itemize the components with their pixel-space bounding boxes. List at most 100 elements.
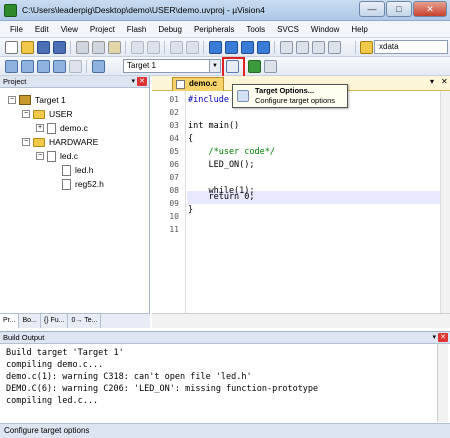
output-line: DEMO.C(6): warning C206: 'LED_ON': missi… <box>6 384 319 394</box>
menu-peripherals[interactable]: Peripherals <box>188 25 240 34</box>
pin-icon[interactable]: ▾ <box>131 77 135 86</box>
tooltip-subtitle: Configure target options <box>255 96 336 105</box>
menu-file[interactable]: File <box>4 25 29 34</box>
folder-icon <box>33 109 45 119</box>
undo-icon[interactable] <box>131 41 144 54</box>
line-number: 02 <box>169 108 179 117</box>
close-icon[interactable]: ✕ <box>438 333 448 342</box>
nav-back-icon[interactable] <box>170 41 183 54</box>
translate-icon[interactable] <box>5 60 18 73</box>
expand-icon[interactable]: + <box>36 124 44 132</box>
tree-item-header[interactable]: led.h <box>62 163 93 177</box>
project-panel-tabs: Pr... Bo... {} Fu... 0→ Te... <box>0 313 150 328</box>
status-text: Configure target options <box>4 426 90 435</box>
code-line: } <box>188 205 194 215</box>
menu-svcs[interactable]: SVCS <box>271 25 305 34</box>
manage-components-icon[interactable] <box>248 60 261 73</box>
collapse-icon[interactable]: − <box>22 138 30 146</box>
menu-edit[interactable]: Edit <box>29 25 55 34</box>
tree-label: demo.c <box>60 123 88 133</box>
chevron-down-icon[interactable]: ▼ <box>209 60 220 72</box>
target-icon <box>19 95 31 105</box>
code-line: return 0; <box>188 192 255 202</box>
uvision-app-icon <box>4 4 17 17</box>
target-options-icon <box>237 90 249 102</box>
collapse-icon[interactable]: − <box>8 96 16 104</box>
menu-debug[interactable]: Debug <box>152 25 188 34</box>
batch-build-icon[interactable] <box>53 60 66 73</box>
build-icon[interactable] <box>21 60 34 73</box>
menu-view[interactable]: View <box>55 25 84 34</box>
cut-icon[interactable] <box>76 41 89 54</box>
collapse-icon[interactable]: − <box>36 152 44 160</box>
menu-window[interactable]: Window <box>305 25 345 34</box>
status-bar: Configure target options <box>0 423 450 438</box>
copy-icon[interactable] <box>92 41 105 54</box>
line-number: 11 <box>169 225 179 234</box>
bookmark-icon[interactable] <box>209 41 222 54</box>
target-select[interactable]: Target 1 ▼ <box>123 59 221 73</box>
pin-icon[interactable]: ▾ <box>432 333 436 342</box>
tree-label: USER <box>49 109 73 119</box>
tree-label: led.h <box>75 165 94 175</box>
tree-label: reg52.h <box>75 179 104 189</box>
tab-functions[interactable]: {} Fu... <box>41 314 69 328</box>
tab-label: demo.c <box>189 79 218 88</box>
next-bookmark-icon[interactable] <box>241 41 254 54</box>
line-number-gutter: 01 02 03 04 05 06 07 08 09 10 11 <box>152 91 186 328</box>
tab-books[interactable]: Bo... <box>19 314 41 328</box>
tab-list-icon[interactable]: ▾ <box>430 77 434 86</box>
editor-vertical-scrollbar[interactable] <box>440 91 450 313</box>
editor-horizontal-scrollbar[interactable] <box>152 313 450 328</box>
line-number: 10 <box>169 212 179 221</box>
new-file-icon[interactable] <box>5 41 18 54</box>
rebuild-icon[interactable] <box>37 60 50 73</box>
comment-icon[interactable] <box>312 41 325 54</box>
download-icon[interactable] <box>92 60 105 73</box>
uncomment-icon[interactable] <box>328 41 341 54</box>
clear-bookmarks-icon[interactable] <box>257 41 270 54</box>
nav-forward-icon[interactable] <box>186 41 199 54</box>
menu-tools[interactable]: Tools <box>240 25 271 34</box>
code-line: LED_ON(); <box>188 160 255 170</box>
tree-item-file[interactable]: − led.c <box>36 149 78 163</box>
indent-icon[interactable] <box>280 41 293 54</box>
tree-label: Target 1 <box>35 95 66 105</box>
tree-item-group-hardware[interactable]: − HARDWARE <box>22 135 98 149</box>
collapse-icon[interactable]: − <box>22 110 30 118</box>
tab-templates[interactable]: 0→ Te... <box>68 314 102 328</box>
menu-flash[interactable]: Flash <box>121 25 153 34</box>
tree-item-header[interactable]: reg52.h <box>62 177 104 191</box>
paste-icon[interactable] <box>108 41 121 54</box>
output-vertical-scrollbar[interactable] <box>437 344 448 422</box>
build-output-header: Build Output ▾ ✕ <box>0 332 450 344</box>
open-folder-icon[interactable] <box>21 41 34 54</box>
menu-help[interactable]: Help <box>345 25 373 34</box>
save-all-icon[interactable] <box>53 41 66 54</box>
tree-item-target[interactable]: − Target 1 <box>8 93 66 107</box>
line-number: 05 <box>169 147 179 156</box>
menu-project[interactable]: Project <box>84 25 121 34</box>
prev-bookmark-icon[interactable] <box>225 41 238 54</box>
line-number: 04 <box>169 134 179 143</box>
save-icon[interactable] <box>37 41 50 54</box>
code-line: { <box>188 134 194 144</box>
line-number: 07 <box>169 173 179 182</box>
tree-item-group-user[interactable]: − USER <box>22 107 73 121</box>
close-button[interactable]: ✕ <box>413 1 447 17</box>
folder-icon <box>33 137 45 147</box>
find-in-files-icon[interactable] <box>360 41 373 54</box>
select-packs-icon[interactable] <box>264 60 277 73</box>
stop-build-icon[interactable] <box>69 60 82 73</box>
redo-icon[interactable] <box>147 41 160 54</box>
tab-demo-c[interactable]: demo.c <box>172 77 224 91</box>
close-icon[interactable]: ✕ <box>137 77 147 86</box>
close-icon[interactable]: ✕ <box>441 77 448 86</box>
menu-bar: File Edit View Project Flash Debug Perip… <box>0 21 450 38</box>
maximize-button[interactable]: □ <box>386 1 412 17</box>
tab-project[interactable]: Pr... <box>0 314 20 328</box>
find-combo[interactable]: xdata <box>374 40 448 54</box>
tree-item-file[interactable]: + demo.c <box>36 121 88 135</box>
minimize-button[interactable]: — <box>359 1 385 17</box>
unindent-icon[interactable] <box>296 41 309 54</box>
